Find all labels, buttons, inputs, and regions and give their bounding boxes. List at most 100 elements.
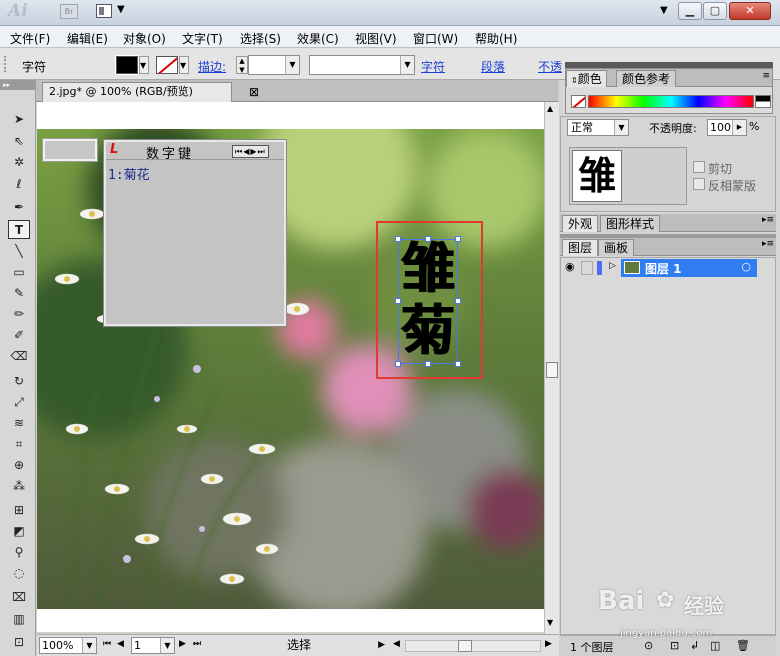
blob-brush-tool-icon[interactable]: ✐ — [8, 326, 30, 345]
menu-edit[interactable]: 编辑(E) — [67, 30, 108, 47]
stroke-dropdown-icon[interactable]: ▼ — [179, 56, 189, 74]
opacity-input[interactable]: 100 ▶ — [707, 119, 747, 136]
eyedropper-tool-icon[interactable]: ⚲ — [8, 543, 30, 562]
line-tool-icon[interactable]: ╲ — [8, 242, 30, 261]
menu-type[interactable]: 文字(T) — [182, 30, 223, 47]
layer-target-icon[interactable]: ○ — [741, 260, 751, 273]
appearance-menu-icon[interactable]: ▸≡ — [762, 215, 774, 225]
locate-object-icon[interactable]: ⊙ — [644, 639, 653, 652]
close-button[interactable]: ✕ — [729, 2, 771, 20]
magic-wand-tool-icon[interactable]: ✲ — [8, 153, 30, 172]
document-tab[interactable]: 2.jpg* @ 100% (RGB/预览) ⊠ — [42, 82, 259, 102]
lock-toggle[interactable] — [581, 261, 593, 275]
horizontal-scrollbar[interactable] — [405, 640, 541, 652]
blend-tool-icon[interactable]: ◌ — [8, 564, 30, 583]
symbol-sprayer-tool-icon[interactable]: ⁂ — [8, 477, 30, 496]
stroke-link[interactable]: 描边: — [198, 58, 226, 75]
menu-help[interactable]: 帮助(H) — [475, 30, 517, 47]
tab-layers[interactable]: 图层 — [562, 239, 599, 256]
shape-builder-tool-icon[interactable]: ⊕ — [8, 456, 30, 475]
stroke-swatch[interactable] — [156, 56, 178, 74]
menu-select[interactable]: 选择(S) — [240, 30, 281, 47]
last-page-icon[interactable]: ⏭ — [193, 639, 201, 649]
type-tool-icon[interactable]: T — [8, 220, 30, 239]
transparency-thumbnail[interactable]: 雏 — [569, 147, 687, 205]
zoom-select[interactable]: 100% ▼ — [39, 637, 97, 654]
numpad-titlebar[interactable]: L 数字键 ⏮◀▶⏭ — [106, 142, 284, 162]
mesh-tool-icon[interactable]: ⊞ — [8, 501, 30, 520]
vertical-scrollbar[interactable]: ▲ ▼ — [544, 102, 559, 634]
none-swatch[interactable] — [571, 95, 586, 108]
scroll-thumb[interactable] — [546, 362, 558, 378]
numpad-panel[interactable]: L 数字键 ⏮◀▶⏭ 1:菊花 — [103, 139, 287, 327]
tab-graphic-styles[interactable]: 图形样式 — [600, 215, 661, 232]
workspace-chevron-icon[interactable]: ▼ — [660, 5, 668, 16]
invert-mask-checkbox[interactable] — [693, 178, 705, 190]
slice-tool-icon[interactable]: ⌧ — [8, 588, 30, 607]
font-family-select[interactable]: ▼ — [309, 55, 415, 75]
stroke-weight-stepper[interactable]: ▲ ▼ — [236, 56, 248, 74]
bridge-button[interactable]: Br — [60, 4, 78, 19]
free-transform-tool-icon[interactable]: ⌗ — [8, 435, 30, 454]
eraser-tool-icon[interactable]: ⌫ — [8, 347, 30, 366]
workspace-layout-icon[interactable] — [96, 4, 112, 18]
blend-mode-select[interactable]: 正常 ▼ — [567, 119, 629, 136]
next-page-icon[interactable]: ▶ — [179, 639, 186, 649]
menu-effect[interactable]: 效果(C) — [297, 30, 339, 47]
rotate-tool-icon[interactable]: ↻ — [8, 372, 30, 391]
new-sublayer-icon[interactable]: ↲ — [690, 639, 699, 652]
color-spectrum[interactable] — [588, 95, 754, 108]
hscroll-left-icon[interactable]: ◀ — [393, 639, 400, 649]
character-link[interactable]: 字符 — [421, 58, 445, 75]
hscroll-right-icon[interactable]: ▶ — [545, 639, 552, 649]
restore-button[interactable]: ▢ — [703, 2, 727, 20]
tab-appearance[interactable]: 外观 — [562, 215, 599, 232]
menu-file[interactable]: 文件(F) — [10, 30, 50, 47]
scroll-up-icon[interactable]: ▲ — [547, 104, 553, 113]
hscroll-thumb[interactable] — [458, 640, 472, 652]
page-select[interactable]: 1 ▼ — [131, 637, 175, 654]
tab-color[interactable]: ⇕颜色 — [566, 70, 607, 87]
stroke-weight-input[interactable]: ▼ — [248, 55, 300, 75]
new-layer-icon[interactable]: ◫ — [710, 639, 720, 652]
column-graph-tool-icon[interactable]: ▥ — [8, 610, 30, 629]
pen-tool-icon[interactable]: ✒ — [8, 198, 30, 217]
menu-object[interactable]: 对象(O) — [123, 30, 166, 47]
layer-selected[interactable]: 图层 1 ○ — [621, 259, 757, 277]
fill-swatch[interactable] — [115, 55, 139, 75]
gradient-tool-icon[interactable]: ◩ — [8, 522, 30, 541]
tab-artboards[interactable]: 画板 — [598, 239, 635, 256]
warp-tool-icon[interactable]: ≋ — [8, 414, 30, 433]
make-clipping-mask-icon[interactable]: ⊡ — [670, 639, 679, 652]
selection-tool-icon[interactable]: ➤ — [8, 110, 30, 129]
eye-icon[interactable]: ◉ — [565, 260, 575, 273]
chevron-down-icon[interactable]: ▼ — [117, 4, 125, 15]
opacity-link[interactable]: 不透 — [538, 58, 562, 75]
layers-menu-icon[interactable]: ▸≡ — [762, 239, 774, 249]
status-mode[interactable]: 选择 ▶ — [209, 637, 389, 654]
numpad-entry[interactable]: 1:菊花 — [108, 164, 150, 183]
direct-selection-tool-icon[interactable]: ⇖ — [8, 132, 30, 151]
scroll-down-icon[interactable]: ▼ — [547, 618, 553, 627]
first-page-icon[interactable]: ⏮ — [103, 639, 111, 649]
close-tab-icon[interactable]: ⊠ — [249, 83, 259, 101]
paintbrush-tool-icon[interactable]: ✎ — [8, 284, 30, 303]
fill-dropdown-icon[interactable]: ▼ — [139, 56, 149, 74]
expand-triangle-icon[interactable]: ▷ — [609, 261, 616, 271]
menu-window[interactable]: 窗口(W) — [413, 30, 458, 47]
lasso-tool-icon[interactable]: ℓ — [8, 175, 30, 194]
clip-checkbox[interactable] — [693, 161, 705, 173]
tab-color-guide[interactable]: 颜色参考 — [616, 70, 677, 87]
rectangle-tool-icon[interactable]: ▭ — [8, 263, 30, 282]
layer-row[interactable]: ◉ ▷ 图层 1 ○ — [561, 259, 757, 277]
color-menu-icon[interactable]: ≡ — [762, 71, 770, 81]
pencil-tool-icon[interactable]: ✏ — [8, 305, 30, 324]
color-panel[interactable]: ⇕颜色 颜色参考 ≡ — [565, 68, 773, 114]
prev-page-icon[interactable]: ◀ — [117, 639, 124, 649]
menu-view[interactable]: 视图(V) — [355, 30, 397, 47]
black-white-swatch[interactable] — [755, 95, 771, 108]
delete-layer-icon[interactable]: 🗑 — [736, 639, 750, 652]
paragraph-link[interactable]: 段落 — [481, 58, 505, 75]
numpad-nav-buttons[interactable]: ⏮◀▶⏭ — [232, 145, 269, 158]
scale-tool-icon[interactable]: ⤢ — [8, 393, 30, 412]
